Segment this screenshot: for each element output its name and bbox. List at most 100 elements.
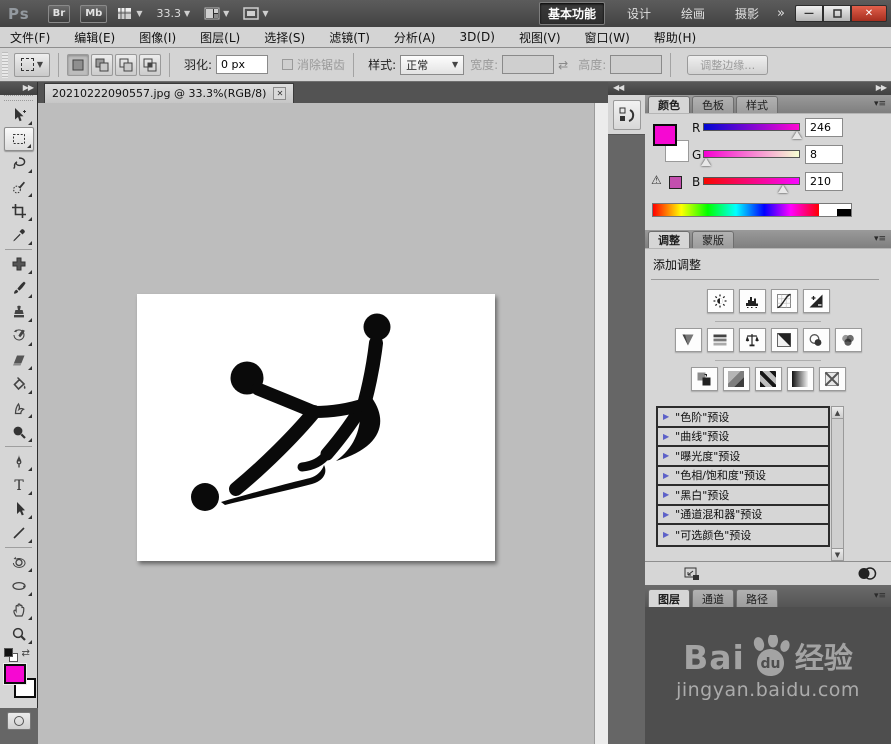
- clone-stamp-tool-button[interactable]: [4, 300, 34, 324]
- menu-item-6[interactable]: 分析(A): [394, 29, 436, 46]
- channel-mixer-button[interactable]: [835, 328, 862, 352]
- image-canvas[interactable]: [137, 294, 495, 561]
- tab-蒙版[interactable]: 蒙版: [692, 231, 734, 248]
- menu-item-8[interactable]: 视图(V): [519, 29, 561, 46]
- hue-saturation-button[interactable]: [707, 328, 734, 352]
- workspace-tab-设计[interactable]: 设计: [619, 3, 659, 24]
- minimize-button[interactable]: —: [795, 5, 823, 22]
- photo-filter-button[interactable]: [803, 328, 830, 352]
- spot-healing-brush-tool-button[interactable]: [4, 252, 34, 276]
- move-tool-button[interactable]: [4, 103, 34, 127]
- tab-路径[interactable]: 路径: [736, 589, 778, 607]
- tool-preset-picker[interactable]: ▼: [14, 53, 50, 77]
- canvas-area[interactable]: [38, 103, 594, 744]
- expand-triangle-icon[interactable]: ▶: [663, 451, 669, 460]
- workspace-tab-绘画[interactable]: 绘画: [673, 3, 713, 24]
- tools-panel-grip[interactable]: [4, 95, 33, 101]
- history-brush-tool-button[interactable]: [4, 324, 34, 348]
- vertical-scrollbar[interactable]: [594, 103, 608, 744]
- view-extras-button[interactable]: ▼: [117, 7, 142, 21]
- preset-item-5[interactable]: ▶"通道混和器"预设: [658, 506, 828, 526]
- tab-通道[interactable]: 通道: [692, 589, 734, 607]
- posterize-button[interactable]: [723, 367, 750, 391]
- expand-triangle-icon[interactable]: ▶: [663, 490, 669, 499]
- scroll-down-button[interactable]: ▼: [832, 548, 843, 560]
- paint-bucket-tool-button[interactable]: [4, 372, 34, 396]
- quick-mask-button[interactable]: [7, 712, 31, 730]
- levels-button[interactable]: [739, 289, 766, 313]
- close-button[interactable]: ✕: [851, 5, 887, 22]
- tab-图层[interactable]: 图层: [648, 589, 690, 607]
- swap-dimensions-icon[interactable]: ⇄: [558, 58, 568, 72]
- preset-item-4[interactable]: ▶"黑白"预设: [658, 486, 828, 506]
- refine-edge-button[interactable]: 调整边缘…: [687, 55, 768, 75]
- menu-item-1[interactable]: 编辑(E): [74, 29, 115, 46]
- workspace-overflow-button[interactable]: »: [777, 6, 785, 21]
- type-tool-button[interactable]: T: [4, 473, 34, 497]
- b-slider-track[interactable]: [703, 177, 800, 185]
- panel-foreground-swatch[interactable]: [653, 124, 677, 146]
- exposure-button[interactable]: [803, 289, 830, 313]
- spectrum-black-swatch[interactable]: [837, 209, 851, 216]
- pen-tool-button[interactable]: [4, 449, 34, 473]
- document-tab[interactable]: 20210222090557.jpg @ 33.3%(RGB/8) ✕: [44, 83, 294, 103]
- curves-button[interactable]: [771, 289, 798, 313]
- b-slider-thumb[interactable]: [778, 185, 788, 193]
- workspace-tab-基本功能[interactable]: 基本功能: [539, 2, 605, 25]
- threshold-button[interactable]: [755, 367, 782, 391]
- document-close-button[interactable]: ✕: [273, 87, 286, 100]
- dodge-tool-button[interactable]: [4, 420, 34, 444]
- r-value-input[interactable]: [805, 118, 843, 137]
- expand-triangle-icon[interactable]: ▶: [663, 432, 669, 441]
- arrange-documents-button[interactable]: ▼: [204, 7, 229, 20]
- menu-item-7[interactable]: 3D(D): [459, 30, 494, 44]
- r-slider-track[interactable]: [703, 123, 800, 131]
- gradient-map-button[interactable]: [787, 367, 814, 391]
- menu-item-9[interactable]: 窗口(W): [585, 29, 630, 46]
- height-input[interactable]: [610, 55, 662, 74]
- eraser-tool-button[interactable]: [4, 348, 34, 372]
- swap-colors-button[interactable]: ⇄: [22, 648, 30, 659]
- preset-item-3[interactable]: ▶"色相/饱和度"预设: [658, 467, 828, 487]
- menu-item-10[interactable]: 帮助(H): [654, 29, 696, 46]
- menu-item-0[interactable]: 文件(F): [10, 29, 50, 46]
- quick-selection-tool-button[interactable]: [4, 175, 34, 199]
- panel-menu-button[interactable]: ▾≡: [874, 99, 886, 109]
- panel-menu-button[interactable]: ▾≡: [874, 591, 886, 601]
- expanded-view-button[interactable]: [683, 566, 701, 585]
- intersect-selection-button[interactable]: [139, 54, 161, 76]
- lasso-tool-button[interactable]: [4, 151, 34, 175]
- g-slider-track[interactable]: [703, 150, 800, 158]
- color-spectrum-ramp[interactable]: [652, 203, 852, 217]
- preset-item-1[interactable]: ▶"曲线"预设: [658, 428, 828, 448]
- zoom-tool-button[interactable]: [4, 622, 34, 646]
- clip-to-layer-button[interactable]: [857, 566, 877, 584]
- invert-button[interactable]: [691, 367, 718, 391]
- new-selection-button[interactable]: [67, 54, 89, 76]
- restore-button[interactable]: [823, 5, 851, 22]
- b-value-input[interactable]: [805, 172, 843, 191]
- menu-item-4[interactable]: 选择(S): [264, 29, 305, 46]
- dock-expand-button[interactable]: ◀◀: [608, 82, 645, 95]
- zoom-level-control[interactable]: 33.3 ▼: [157, 7, 191, 20]
- brightness-contrast-button[interactable]: [707, 289, 734, 313]
- width-input[interactable]: [502, 55, 554, 74]
- tab-样式[interactable]: 样式: [736, 96, 778, 113]
- presets-scrollbar[interactable]: ▲ ▼: [831, 406, 844, 561]
- gamut-warning-icon[interactable]: ⚠: [651, 173, 662, 187]
- black-white-button[interactable]: [771, 328, 798, 352]
- style-select[interactable]: 正常 ▼: [400, 55, 464, 75]
- subtract-from-selection-button[interactable]: [115, 54, 137, 76]
- r-slider-thumb[interactable]: [792, 131, 802, 139]
- tab-色板[interactable]: 色板: [692, 96, 734, 113]
- preset-item-2[interactable]: ▶"曝光度"预设: [658, 447, 828, 467]
- panel-menu-button[interactable]: ▾≡: [874, 234, 886, 244]
- eyedropper-tool-button[interactable]: [4, 223, 34, 247]
- foreground-color-swatch[interactable]: [4, 664, 26, 684]
- menu-item-3[interactable]: 图层(L): [200, 29, 240, 46]
- launch-bridge-button[interactable]: Br: [48, 5, 71, 23]
- options-bar-grip[interactable]: [2, 52, 8, 78]
- smudge-tool-button[interactable]: [4, 396, 34, 420]
- scroll-up-button[interactable]: ▲: [832, 407, 843, 419]
- screen-mode-button[interactable]: ▼: [243, 7, 268, 20]
